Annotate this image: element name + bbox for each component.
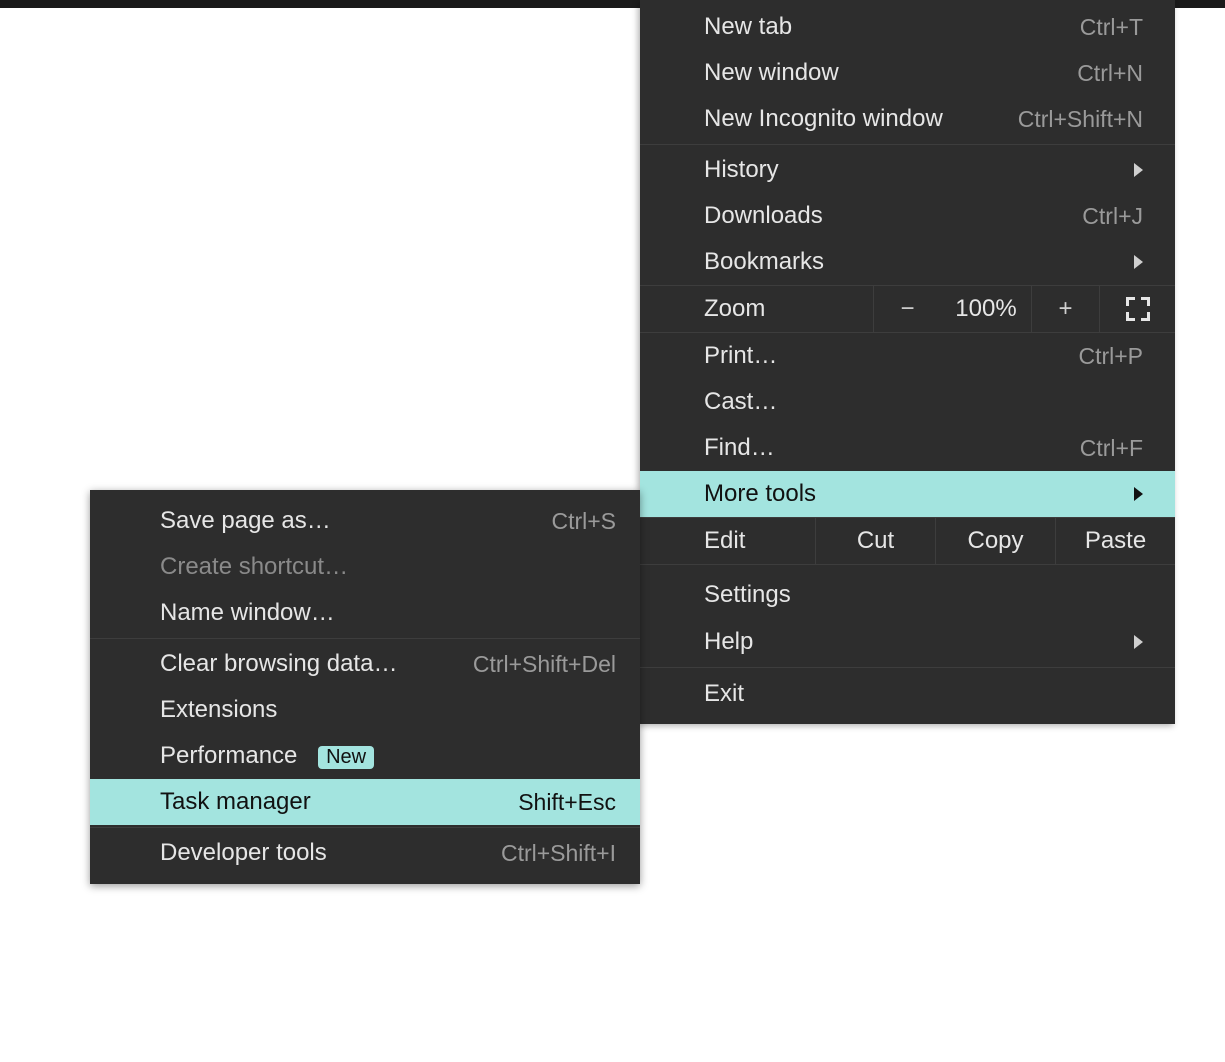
menu-item-shortcut: Ctrl+N [1077,60,1143,87]
menu-item-label: New window [704,59,1077,87]
menu-separator [90,638,640,639]
edit-label: Edit [640,527,815,555]
menu-zoom-row: Zoom − 100% + [640,285,1175,333]
paste-button[interactable]: Paste [1055,518,1175,564]
main-menu: New tab Ctrl+T New window Ctrl+N New Inc… [640,0,1175,724]
menu-item-label: Help [704,628,1124,656]
menu-item-shortcut: Ctrl+Shift+N [1018,106,1143,133]
menu-item-shortcut: Ctrl+F [1080,435,1143,462]
menu-item-label: Exit [704,680,1143,708]
menu-separator [90,827,640,828]
menu-item-label: Save page as… [160,507,551,535]
menu-item-label: Task manager [160,788,518,816]
menu-item-task-manager[interactable]: Task manager Shift+Esc [90,779,640,825]
menu-item-label: Cast… [704,388,1143,416]
menu-item-label: Name window… [160,599,616,627]
menu-item-new-incognito[interactable]: New Incognito window Ctrl+Shift+N [640,96,1175,142]
menu-item-downloads[interactable]: Downloads Ctrl+J [640,193,1175,239]
menu-item-label: New Incognito window [704,105,1018,133]
menu-item-label: Performance New [160,742,616,770]
menu-item-label: Create shortcut… [160,553,616,581]
menu-item-cast[interactable]: Cast… [640,379,1175,425]
menu-item-extensions[interactable]: Extensions [90,687,640,733]
copy-button[interactable]: Copy [935,518,1055,564]
chevron-right-icon [1134,255,1143,269]
menu-item-label: Print… [704,342,1078,370]
menu-item-label: Downloads [704,202,1082,230]
fullscreen-icon [1126,297,1150,321]
zoom-label: Zoom [640,295,873,323]
menu-item-developer-tools[interactable]: Developer tools Ctrl+Shift+I [90,830,640,876]
menu-item-performance[interactable]: Performance New [90,733,640,779]
fullscreen-button[interactable] [1099,286,1175,332]
menu-item-label: History [704,156,1124,184]
menu-item-name-window[interactable]: Name window… [90,590,640,636]
menu-item-new-window[interactable]: New window Ctrl+N [640,50,1175,96]
menu-item-label: Find… [704,434,1080,462]
menu-item-label: Bookmarks [704,248,1124,276]
menu-item-settings[interactable]: Settings [640,571,1175,619]
menu-item-shortcut: Ctrl+Shift+Del [473,651,616,678]
menu-item-clear-browsing-data[interactable]: Clear browsing data… Ctrl+Shift+Del [90,641,640,687]
plus-icon: + [1058,295,1072,323]
zoom-in-button[interactable]: + [1031,286,1099,332]
zoom-out-button[interactable]: − [873,286,941,332]
menu-separator [640,667,1175,668]
menu-item-shortcut: Ctrl+P [1078,343,1143,370]
menu-item-new-tab[interactable]: New tab Ctrl+T [640,4,1175,50]
menu-item-create-shortcut: Create shortcut… [90,544,640,590]
menu-item-shortcut: Ctrl+T [1080,14,1143,41]
menu-item-print[interactable]: Print… Ctrl+P [640,333,1175,379]
cut-button[interactable]: Cut [815,518,935,564]
chevron-right-icon [1134,163,1143,177]
menu-item-more-tools[interactable]: More tools [640,471,1175,517]
menu-item-save-page-as[interactable]: Save page as… Ctrl+S [90,498,640,544]
menu-item-history[interactable]: History [640,147,1175,193]
more-tools-submenu: Save page as… Ctrl+S Create shortcut… Na… [90,490,640,884]
minus-icon: − [900,295,914,323]
menu-item-label: New tab [704,13,1080,41]
chevron-right-icon [1134,635,1143,649]
menu-item-label: Settings [704,581,1143,609]
menu-item-label: Extensions [160,696,616,724]
menu-item-shortcut: Ctrl+Shift+I [501,840,616,867]
new-badge: New [318,746,374,769]
menu-item-shortcut: Ctrl+S [551,508,616,535]
menu-item-shortcut: Shift+Esc [518,789,616,816]
menu-separator [640,144,1175,145]
zoom-value: 100% [941,286,1031,332]
menu-item-bookmarks[interactable]: Bookmarks [640,239,1175,285]
menu-item-exit[interactable]: Exit [640,670,1175,718]
menu-item-help[interactable]: Help [640,619,1175,665]
menu-item-shortcut: Ctrl+J [1082,203,1143,230]
menu-edit-row: Edit Cut Copy Paste [640,517,1175,565]
menu-item-label: Clear browsing data… [160,650,473,678]
menu-item-label: Developer tools [160,839,501,867]
menu-item-label: More tools [704,480,1124,508]
menu-item-find[interactable]: Find… Ctrl+F [640,425,1175,471]
chevron-right-icon [1134,487,1143,501]
